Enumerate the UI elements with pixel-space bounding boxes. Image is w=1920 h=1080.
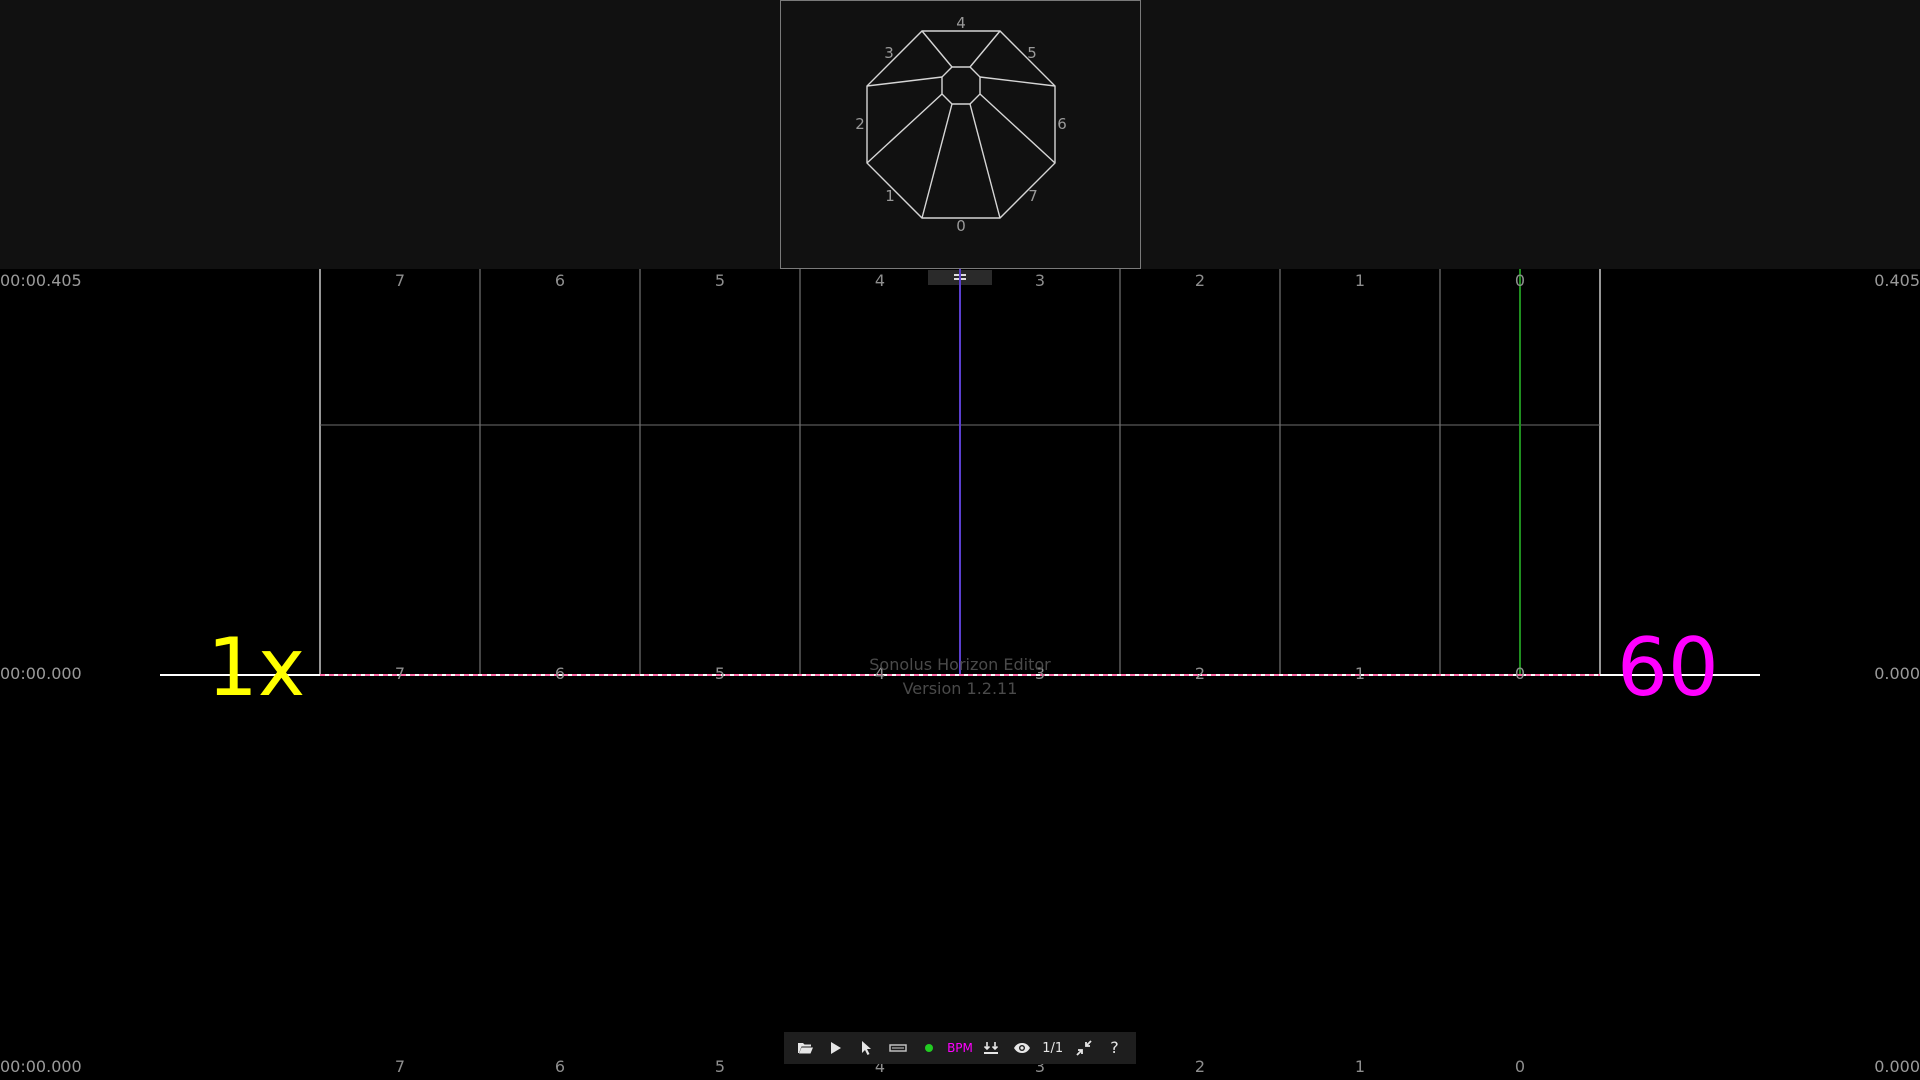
- spoke: [866, 93, 943, 164]
- snap-down-icon[interactable]: [975, 1032, 1006, 1064]
- lane-label-bottom: 0: [1514, 1057, 1526, 1076]
- spoke: [979, 93, 1056, 164]
- lane-label-bottom: 2: [1194, 1057, 1206, 1076]
- lane-label-3: 3: [884, 44, 894, 62]
- bottom-left-time: 00:00.000: [0, 1057, 82, 1076]
- lane-label-5: 5: [1027, 44, 1037, 62]
- lane-label-top: 7: [394, 271, 406, 290]
- spoke: [866, 76, 943, 87]
- lane-label-mid: 1: [1354, 664, 1366, 683]
- collapse-icon[interactable]: [1068, 1032, 1099, 1064]
- bpm-marker[interactable]: 60: [1617, 628, 1719, 708]
- help-button[interactable]: ?: [1099, 1032, 1130, 1064]
- lane-label-bottom: 7: [394, 1057, 406, 1076]
- spoke: [969, 103, 1001, 219]
- lane-label-top: 6: [554, 271, 566, 290]
- stage-preview: 4 5 6 7 0 1 2 3: [780, 0, 1141, 269]
- select-cursor-icon[interactable]: [852, 1032, 883, 1064]
- lane-label-top: 3: [1034, 271, 1046, 290]
- toolbar: BPM 1/1 ?: [784, 1032, 1136, 1064]
- play-icon[interactable]: [821, 1032, 852, 1064]
- lane-label-top: 0: [1514, 271, 1526, 290]
- lane-label-top: 1: [1354, 271, 1366, 290]
- lane-label-0: 0: [956, 217, 966, 235]
- lane-label-bottom: 1: [1354, 1057, 1366, 1076]
- lane-label-bottom: 6: [554, 1057, 566, 1076]
- spoke: [979, 76, 1056, 87]
- status-dot-icon[interactable]: [914, 1032, 945, 1064]
- lane-label-6: 6: [1057, 115, 1067, 133]
- lane-label-1: 1: [885, 187, 895, 205]
- eye-icon[interactable]: [1006, 1032, 1037, 1064]
- app-name: Sonolus Horizon Editor: [869, 655, 1051, 674]
- lane-label-bottom: 5: [714, 1057, 726, 1076]
- inner-octagon: [941, 66, 981, 105]
- bpm-tool-label: BPM: [947, 1041, 973, 1055]
- lane-label-mid: 2: [1194, 664, 1206, 683]
- spoke: [969, 30, 1001, 68]
- mid-left-time: 00:00.000: [0, 664, 82, 683]
- bpm-tool-button[interactable]: BPM: [945, 1032, 976, 1064]
- note-tool-icon[interactable]: [883, 1032, 914, 1064]
- lane-label-2: 2: [855, 115, 865, 133]
- lane-label-top: 5: [714, 271, 726, 290]
- top-left-time: 00:00.405: [0, 271, 82, 290]
- open-icon[interactable]: [790, 1032, 821, 1064]
- app-version: Version 1.2.11: [902, 679, 1018, 698]
- lane-label-7: 7: [1028, 187, 1038, 205]
- division-label: 1/1: [1042, 1040, 1064, 1056]
- spoke: [921, 103, 953, 219]
- time-scale-marker[interactable]: 1x: [207, 628, 305, 708]
- stage-octagon-diagram: 4 5 6 7 0 1 2 3: [855, 14, 1067, 235]
- spoke: [921, 30, 953, 68]
- lane-label-top: 4: [874, 271, 886, 290]
- help-label: ?: [1110, 1038, 1119, 1057]
- top-right-value: 0.405: [1874, 271, 1920, 290]
- lane-label-mid: 0: [1514, 664, 1526, 683]
- bottom-right-value: 0.000: [1874, 1057, 1920, 1076]
- lane-label-mid: 7: [394, 664, 406, 683]
- mid-right-value: 0.000: [1874, 664, 1920, 683]
- app-watermark: Sonolus Horizon Editor Version 1.2.11: [860, 653, 1060, 701]
- lane-label-4: 4: [956, 14, 966, 32]
- lane-label-mid: 5: [714, 664, 726, 683]
- lane-label-top: 2: [1194, 271, 1206, 290]
- division-button[interactable]: 1/1: [1037, 1032, 1068, 1064]
- lane-label-mid: 6: [554, 664, 566, 683]
